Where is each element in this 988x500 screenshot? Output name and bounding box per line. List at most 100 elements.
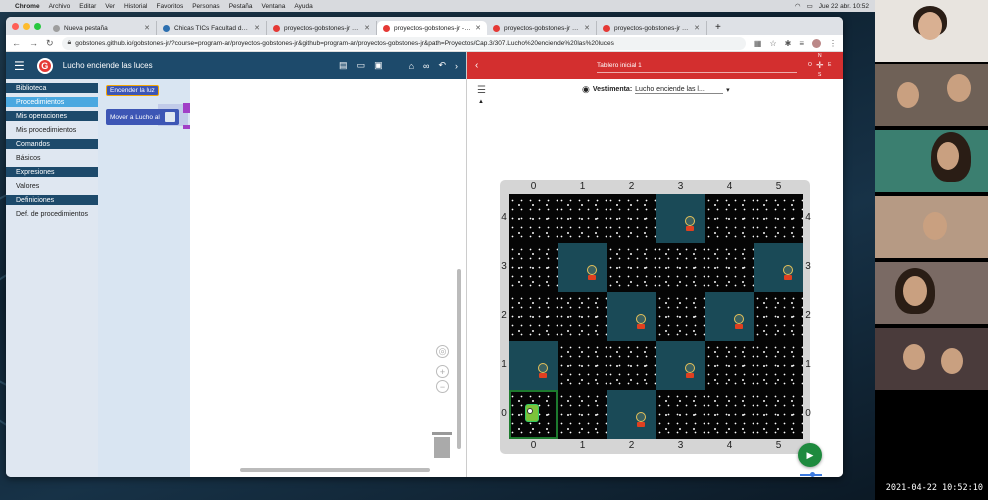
- eye-icon[interactable]: ◉: [582, 84, 590, 95]
- menubar-item[interactable]: Ventana: [262, 3, 286, 10]
- board-cell[interactable]: [607, 292, 656, 341]
- qr-code-icon[interactable]: ▦: [754, 39, 762, 48]
- hamburger-menu-icon[interactable]: ☰: [14, 59, 25, 73]
- block-workspace[interactable]: ◎ + −: [190, 79, 466, 477]
- menubar-item[interactable]: Ver: [105, 3, 115, 10]
- link-icon[interactable]: ∞: [423, 61, 429, 71]
- board-cell[interactable]: [509, 243, 558, 292]
- board-cell[interactable]: [607, 390, 656, 439]
- encender-luz-block[interactable]: Encender la luz: [106, 85, 159, 96]
- board-cell[interactable]: [705, 292, 754, 341]
- url-text[interactable]: gobstones.github.io/gobstones-jr/?course…: [75, 40, 614, 47]
- close-tab-icon[interactable]: ✕: [694, 24, 700, 32]
- board-cell[interactable]: [705, 341, 754, 390]
- board-cell[interactable]: [509, 292, 558, 341]
- run-play-button[interactable]: ▶: [798, 443, 822, 467]
- board-cell[interactable]: [656, 243, 705, 292]
- reload-icon[interactable]: ↻: [46, 38, 54, 49]
- menubar-clock[interactable]: Jue 22 abr. 10:52: [819, 3, 869, 10]
- board-cell[interactable]: [607, 341, 656, 390]
- board-cell[interactable]: [754, 194, 803, 243]
- close-window-button[interactable]: [12, 22, 19, 30]
- maximize-window-button[interactable]: [34, 22, 41, 30]
- menubar-item[interactable]: Favoritos: [156, 3, 183, 10]
- zoom-out-icon[interactable]: −: [436, 380, 449, 393]
- browser-tab[interactable]: proyectos-gobstones-jr - Gob ✕: [597, 21, 707, 35]
- board-cell[interactable]: [558, 194, 607, 243]
- menubar-item[interactable]: Historial: [124, 3, 147, 10]
- workspace-horizontal-scrollbar[interactable]: [240, 468, 430, 472]
- save-icon[interactable]: ▣: [374, 60, 383, 71]
- board-cell[interactable]: [558, 341, 607, 390]
- board-cell[interactable]: [754, 390, 803, 439]
- board-cell[interactable]: [705, 194, 754, 243]
- menubar-item[interactable]: Pestaña: [229, 3, 253, 10]
- browser-tab[interactable]: Chicas TICs Facultad de Ingeni ✕: [157, 21, 267, 35]
- board-cell[interactable]: [754, 341, 803, 390]
- board-cell[interactable]: [656, 390, 705, 439]
- toolbox-item[interactable]: Básicos: [6, 153, 98, 163]
- toolbox-item[interactable]: Mis operaciones: [6, 111, 98, 121]
- home-icon[interactable]: ⌂: [409, 61, 414, 71]
- board-cell[interactable]: [607, 243, 656, 292]
- dropdown-arrow-icon[interactable]: ▾: [726, 86, 730, 94]
- close-tab-icon[interactable]: ✕: [364, 24, 370, 32]
- recenter-icon[interactable]: ◎: [436, 345, 449, 358]
- menubar-item[interactable]: Archivo: [49, 3, 71, 10]
- board-cell[interactable]: [705, 243, 754, 292]
- menubar-app-name[interactable]: Chrome: [15, 3, 40, 10]
- menubar-item[interactable]: Editar: [79, 3, 96, 10]
- more-menu-icon[interactable]: ⋮: [829, 39, 837, 48]
- mover-lucho-block[interactable]: Mover a Lucho al: [106, 109, 179, 125]
- trash-icon[interactable]: [432, 432, 452, 458]
- browser-tab-active[interactable]: proyectos-gobstones-jr - Gob ✕: [377, 21, 487, 35]
- board-cell[interactable]: [705, 390, 754, 439]
- menubar-item[interactable]: Personas: [192, 3, 219, 10]
- close-tab-icon[interactable]: ✕: [144, 24, 150, 32]
- new-tab-button[interactable]: +: [707, 21, 729, 35]
- board-cell[interactable]: [558, 390, 607, 439]
- close-tab-icon[interactable]: ✕: [584, 24, 590, 32]
- block-parameter-slot[interactable]: [164, 112, 175, 122]
- chevron-left-icon[interactable]: ‹: [475, 60, 478, 71]
- browser-tab[interactable]: Nueva pestaña ✕: [47, 21, 157, 35]
- workspace-vertical-scrollbar[interactable]: [457, 269, 461, 449]
- board-cell[interactable]: [656, 194, 705, 243]
- toolbox-item[interactable]: Def. de procedimientos: [6, 209, 98, 219]
- lock-icon[interactable]: 🔒︎: [68, 39, 72, 47]
- undo-icon[interactable]: ↶: [438, 60, 446, 71]
- board-cell[interactable]: [509, 341, 558, 390]
- wifi-icon[interactable]: ◠: [795, 2, 801, 10]
- back-arrow-icon[interactable]: ←: [12, 38, 21, 48]
- minimize-window-button[interactable]: [23, 22, 30, 30]
- zoom-in-icon[interactable]: +: [436, 365, 449, 378]
- folder-icon[interactable]: ▭: [357, 60, 366, 71]
- board-cell[interactable]: [509, 194, 558, 243]
- url-bar[interactable]: 🔒︎ gobstones.github.io/gobstones-jr/?cou…: [61, 36, 746, 50]
- forward-arrow-icon[interactable]: →: [29, 38, 38, 48]
- browser-tab[interactable]: proyectos-gobstones-jr - Gob ✕: [267, 21, 377, 35]
- board-cell[interactable]: [754, 243, 803, 292]
- toolbox-item[interactable]: Biblioteca: [6, 83, 98, 93]
- battery-icon[interactable]: ▭: [807, 2, 813, 10]
- toolbox-item[interactable]: Valores: [6, 181, 98, 191]
- board-title[interactable]: Tablero inicial 1: [597, 62, 642, 69]
- reading-list-icon[interactable]: ≡: [799, 39, 804, 48]
- vestimenta-selector[interactable]: ◉ Vestimenta: Lucho enciende las l... ▾: [582, 84, 730, 95]
- extensions-icon[interactable]: ✱: [785, 39, 792, 48]
- collapse-panel-icon[interactable]: ›: [455, 61, 458, 71]
- close-tab-icon[interactable]: ✕: [254, 24, 260, 32]
- description-icon[interactable]: ▤: [339, 60, 348, 71]
- profile-avatar[interactable]: [812, 38, 821, 48]
- board-cell[interactable]: [607, 194, 656, 243]
- close-tab-icon[interactable]: ✕: [475, 24, 481, 32]
- board-menu-icon[interactable]: ☰: [477, 85, 486, 96]
- board-cell[interactable]: [656, 341, 705, 390]
- bookmark-star-icon[interactable]: ☆: [769, 39, 776, 48]
- toolbox-item[interactable]: Procedimientos: [6, 97, 98, 107]
- board-cell[interactable]: [558, 292, 607, 341]
- speed-slider-knob[interactable]: [810, 472, 815, 477]
- board-cell[interactable]: [558, 243, 607, 292]
- vestimenta-select[interactable]: Lucho enciende las l...: [635, 86, 724, 94]
- browser-tab[interactable]: proyectos-gobstones-jr - Gob ✕: [487, 21, 597, 35]
